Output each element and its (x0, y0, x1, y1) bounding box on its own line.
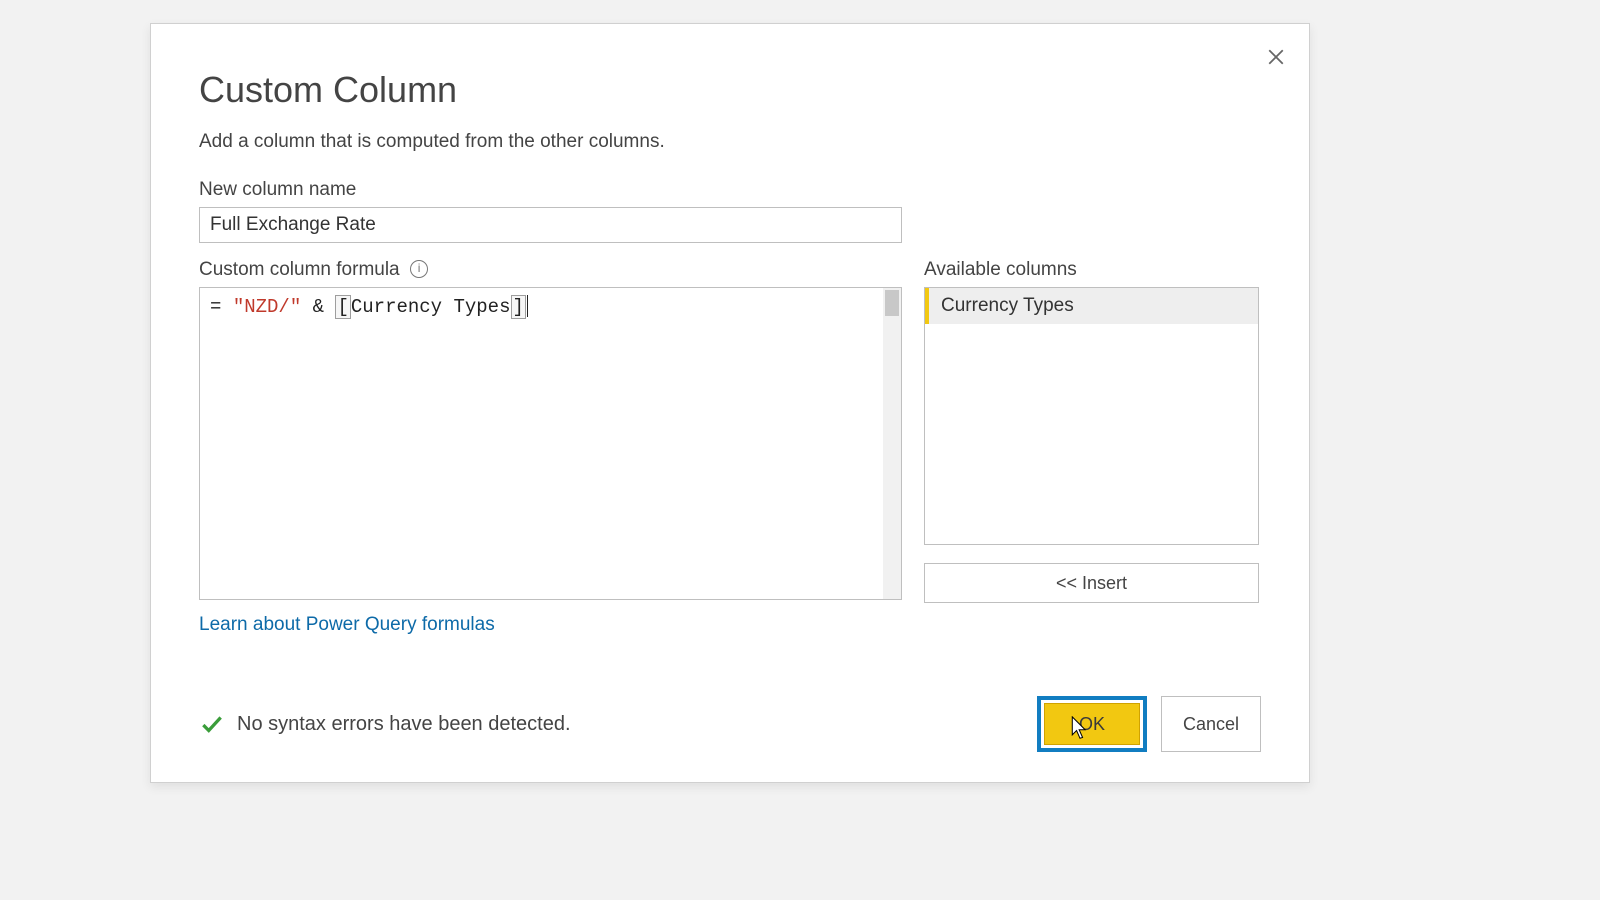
available-columns-list[interactable]: Currency Types (924, 287, 1259, 545)
dialog-footer: No syntax errors have been detected. OK … (199, 696, 1261, 752)
formula-scrollbar[interactable] (883, 288, 901, 599)
formula-text[interactable]: = "NZD/" & [Currency Types] (200, 288, 901, 599)
formula-token-column: Currency Types (351, 296, 511, 318)
formula-label: Custom column formula (199, 259, 400, 281)
new-column-name-label: New column name (199, 179, 356, 201)
new-column-name-input[interactable] (199, 207, 902, 243)
dialog-title: Custom Column (199, 69, 1261, 111)
formula-token-eq: = (210, 296, 221, 318)
formula-token-op: & (313, 296, 324, 318)
scrollbar-thumb[interactable] (885, 290, 899, 316)
available-columns-label: Available columns (924, 259, 1077, 281)
formula-token-bracket-close: ] (511, 295, 526, 319)
custom-column-dialog: Custom Column Add a column that is compu… (150, 23, 1310, 783)
insert-button[interactable]: << Insert (924, 563, 1259, 603)
ok-button[interactable]: OK (1044, 703, 1140, 745)
formula-editor[interactable]: = "NZD/" & [Currency Types] (199, 287, 902, 600)
status-text: No syntax errors have been detected. (237, 713, 1037, 736)
info-icon[interactable]: i (410, 260, 428, 278)
formula-token-bracket-open: [ (335, 295, 350, 319)
dialog-subtitle: Add a column that is computed from the o… (199, 131, 1261, 153)
ok-button-highlight: OK (1037, 696, 1147, 752)
caret-icon (527, 295, 528, 317)
learn-more-link[interactable]: Learn about Power Query formulas (199, 614, 495, 636)
cancel-button[interactable]: Cancel (1161, 696, 1261, 752)
checkmark-icon (199, 711, 225, 737)
close-icon[interactable] (1265, 46, 1287, 68)
available-column-item[interactable]: Currency Types (925, 288, 1258, 324)
formula-token-string: "NZD/" (233, 296, 301, 318)
